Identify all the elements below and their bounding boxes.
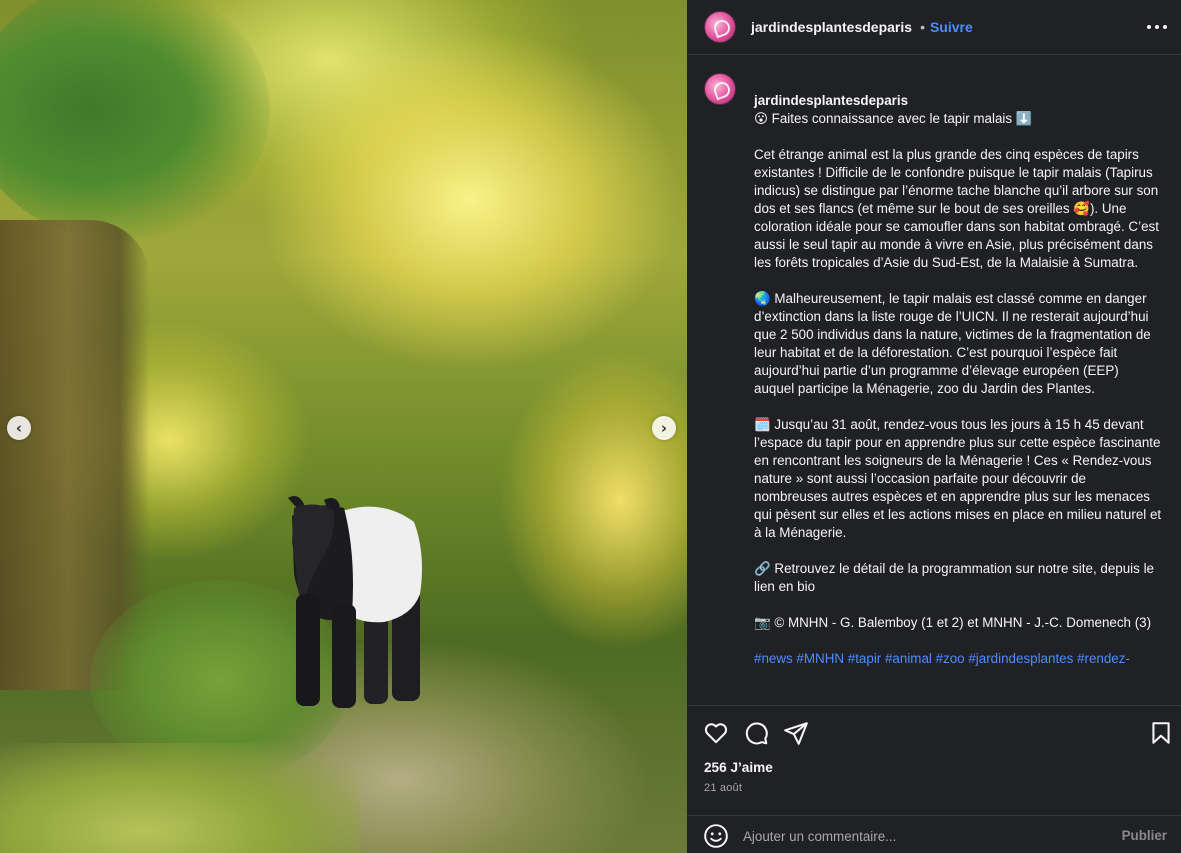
caption-paragraph: 📷 © MNHN - G. Balemboy (1 et 2) et MNHN … [754, 615, 1152, 630]
action-bar: 256 J’aime 21 août Publier [687, 705, 1181, 853]
comment-input[interactable] [743, 826, 1083, 846]
comment-bar: Publier [687, 815, 1181, 853]
caption-avatar[interactable] [704, 73, 736, 105]
comment-icon[interactable] [743, 720, 769, 746]
chevron-left-icon: ‹ [15, 419, 23, 437]
post-panel: jardindesplantesdeparis • Suivre jardind… [687, 0, 1181, 853]
likes-count[interactable]: 256 J’aime [704, 760, 773, 775]
caption-area: jardindesplantesdeparis 😮 Faites connais… [687, 56, 1181, 705]
caption-hashtags[interactable]: #news #MNHN #tapir #animal #zoo #jardind… [754, 650, 1162, 668]
more-horizontal-icon [1147, 25, 1151, 29]
send-icon[interactable] [783, 720, 809, 746]
separator-dot: • [920, 19, 925, 35]
caption-text: jardindesplantesdeparis 😮 Faites connais… [754, 74, 1162, 686]
heart-icon[interactable] [703, 720, 729, 746]
post-date: 21 août [704, 782, 743, 794]
foliage [0, 0, 270, 240]
follow-button[interactable]: Suivre [930, 19, 973, 35]
caption-paragraph: 🗓️ Jusqu’au 31 août, rendez-vous tous le… [754, 417, 1162, 540]
caption-paragraph: 🔗 Retrouvez le détail de la programmatio… [754, 561, 1154, 594]
bookmark-icon[interactable] [1148, 720, 1174, 746]
publish-button[interactable]: Publier [1122, 828, 1167, 843]
next-slide-button[interactable]: › [652, 416, 676, 440]
caption-paragraph: 🌏 Malheureusement, le tapir malais est c… [754, 291, 1151, 396]
post-image[interactable]: ‹ › [0, 0, 687, 853]
grass [0, 743, 360, 853]
tapir-figure [288, 496, 422, 708]
caption-paragraph: Cet étrange animal est la plus grande de… [754, 147, 1159, 270]
previous-slide-button[interactable]: ‹ [7, 416, 31, 440]
emoji-icon[interactable] [703, 823, 729, 849]
avatar[interactable] [704, 11, 736, 43]
chevron-right-icon: › [660, 419, 668, 437]
header-username[interactable]: jardindesplantesdeparis [751, 19, 912, 35]
post-header: jardindesplantesdeparis • Suivre [687, 0, 1181, 55]
caption-intro: 😮 Faites connaissance avec le tapir mala… [754, 111, 1033, 126]
caption-username[interactable]: jardindesplantesdeparis [754, 93, 908, 108]
more-options-button[interactable] [1147, 17, 1167, 37]
